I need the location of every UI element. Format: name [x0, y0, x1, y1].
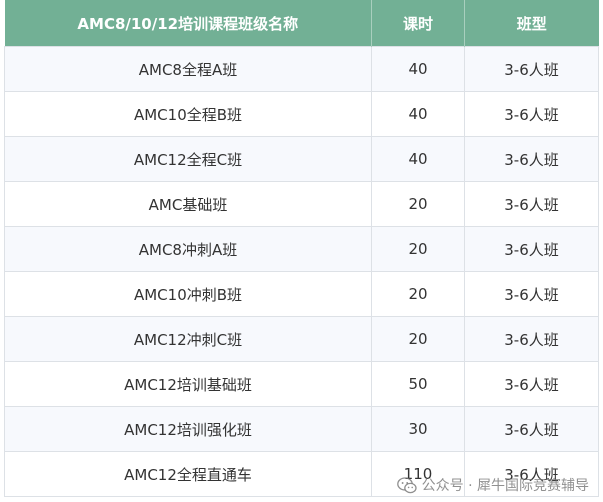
- course-name-cell: AMC12全程直通车: [4, 451, 372, 497]
- hours-cell: 40: [371, 91, 465, 137]
- class-type-cell: 3-6人班: [464, 181, 599, 227]
- table-row: AMC10全程B班 40 3-6人班: [4, 91, 599, 137]
- course-name-cell: AMC8全程A班: [4, 46, 372, 92]
- class-type-cell: 3-6人班: [464, 91, 599, 137]
- hours-cell: 40: [371, 136, 465, 182]
- table-row: AMC12冲刺C班 20 3-6人班: [4, 316, 599, 362]
- table-row: AMC12培训基础班 50 3-6人班: [4, 361, 599, 407]
- class-type-cell: 3-6人班: [464, 361, 599, 407]
- header-hours: 课时: [371, 0, 465, 47]
- course-name-cell: AMC10冲刺B班: [4, 271, 372, 317]
- class-type-cell: 3-6人班: [464, 451, 599, 497]
- course-name-cell: AMC基础班: [4, 181, 372, 227]
- course-name-cell: AMC8冲刺A班: [4, 226, 372, 272]
- hours-cell: 30: [371, 406, 465, 452]
- table-row: AMC12全程直通车 110 3-6人班: [4, 451, 599, 497]
- class-type-cell: 3-6人班: [464, 136, 599, 182]
- table-row: AMC8冲刺A班 20 3-6人班: [4, 226, 599, 272]
- class-type-cell: 3-6人班: [464, 46, 599, 92]
- hours-cell: 20: [371, 181, 465, 227]
- header-row: AMC8/10/12培训课程班级名称 课时 班型: [4, 0, 599, 47]
- class-type-cell: 3-6人班: [464, 406, 599, 452]
- table-row: AMC12培训强化班 30 3-6人班: [4, 406, 599, 452]
- hours-cell: 20: [371, 316, 465, 362]
- course-name-cell: AMC12培训基础班: [4, 361, 372, 407]
- class-type-cell: 3-6人班: [464, 271, 599, 317]
- class-type-cell: 3-6人班: [464, 316, 599, 362]
- table-row: AMC12全程C班 40 3-6人班: [4, 136, 599, 182]
- course-name-cell: AMC12全程C班: [4, 136, 372, 182]
- class-type-cell: 3-6人班: [464, 226, 599, 272]
- course-name-cell: AMC12培训强化班: [4, 406, 372, 452]
- table-body: AMC8全程A班 40 3-6人班 AMC10全程B班 40 3-6人班 AMC…: [4, 46, 599, 497]
- hours-cell: 20: [371, 271, 465, 317]
- table-header: AMC8/10/12培训课程班级名称 课时 班型: [4, 0, 599, 47]
- course-name-cell: AMC10全程B班: [4, 91, 372, 137]
- hours-cell: 40: [371, 46, 465, 92]
- table-row: AMC8全程A班 40 3-6人班: [4, 46, 599, 92]
- course-name-cell: AMC12冲刺C班: [4, 316, 372, 362]
- hours-cell: 50: [371, 361, 465, 407]
- hours-cell: 110: [371, 451, 465, 497]
- header-course-name: AMC8/10/12培训课程班级名称: [4, 0, 372, 47]
- hours-cell: 20: [371, 226, 465, 272]
- table-row: AMC基础班 20 3-6人班: [4, 181, 599, 227]
- header-class-type: 班型: [464, 0, 599, 47]
- course-table: AMC8/10/12培训课程班级名称 课时 班型 AMC8全程A班 40 3-6…: [4, 0, 599, 497]
- table-row: AMC10冲刺B班 20 3-6人班: [4, 271, 599, 317]
